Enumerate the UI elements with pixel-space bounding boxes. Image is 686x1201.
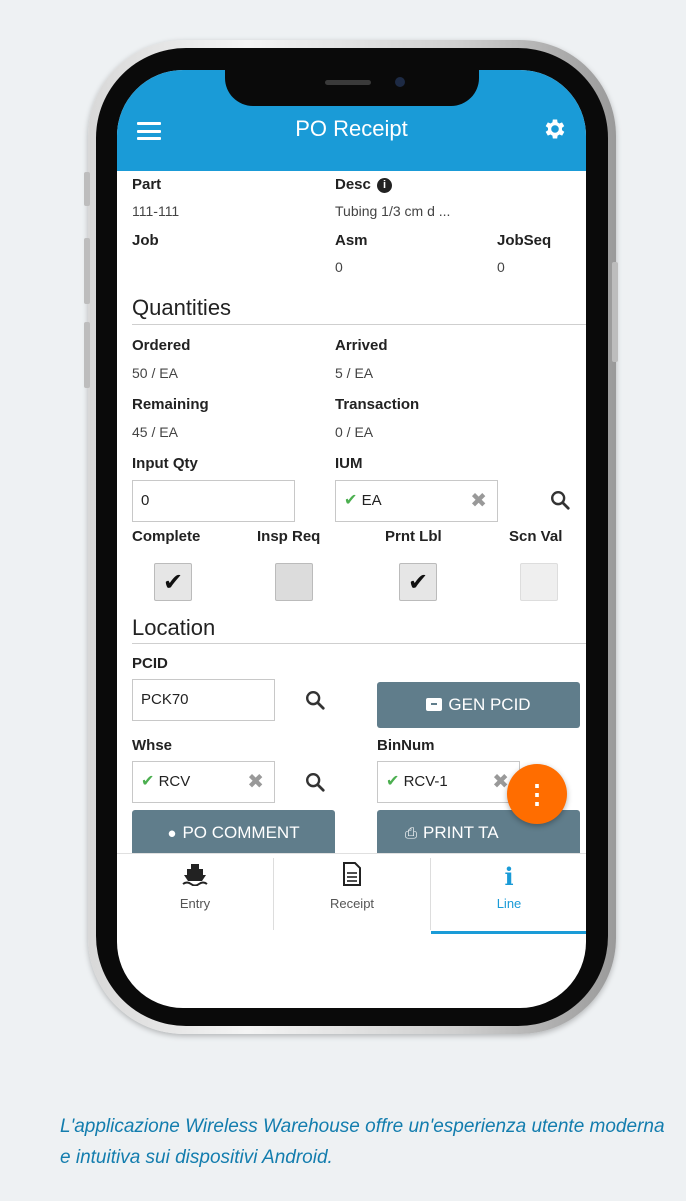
desc-label: Desc <box>335 176 371 193</box>
po-receipt-line-form: Part 111-111 Desc i Tubing 1/3 cm d ... … <box>117 171 586 861</box>
gen-pcid-label: GEN PCID <box>448 695 531 714</box>
archive-box-icon <box>426 698 443 711</box>
pcid-label: PCID <box>132 655 168 672</box>
nav-item-receipt[interactable]: Receipt <box>274 854 430 934</box>
search-icon[interactable] <box>549 489 571 511</box>
phone-side-button <box>84 322 90 388</box>
desc-label-group: Desc i <box>335 176 393 193</box>
nav-item-label: Entry <box>179 896 211 911</box>
phone-screen: PO Receipt Part 111-111 Desc i Tubing 1/… <box>117 70 586 1008</box>
insp-req-checkbox[interactable] <box>275 563 313 601</box>
input-qty-label: Input Qty <box>132 455 198 472</box>
jobseq-value: 0 <box>497 259 505 275</box>
kebab-menu-icon: ⋮ <box>524 779 550 809</box>
ordered-label: Ordered <box>132 337 191 354</box>
phone-notch <box>225 70 479 106</box>
prnt-lbl-checkbox[interactable] <box>399 563 437 601</box>
ium-value: EA <box>361 492 382 509</box>
info-icon: i <box>504 862 514 891</box>
page-title: PO Receipt <box>295 116 408 141</box>
bottom-navigation: Entry Receipt i Line <box>117 853 586 934</box>
binnum-label: BinNum <box>377 737 435 754</box>
part-label: Part <box>132 176 162 193</box>
po-comment-button[interactable]: ● PO COMMENT <box>132 810 335 856</box>
phone-side-button <box>84 238 90 304</box>
nav-item-label: Line <box>496 896 522 911</box>
po-comment-label: PO COMMENT <box>182 823 300 842</box>
checkmark-valid-icon: ✔ <box>141 773 155 790</box>
insp-req-label: Insp Req <box>257 528 321 545</box>
clear-x-icon[interactable]: ✖ <box>247 762 264 802</box>
gen-pcid-button[interactable]: GEN PCID <box>377 682 580 728</box>
gear-icon[interactable] <box>542 116 568 142</box>
more-actions-fab[interactable]: ⋮ <box>507 764 567 824</box>
pcid-field[interactable]: PCK70 <box>132 679 275 721</box>
section-divider <box>132 643 586 644</box>
printer-icon: ⎙ <box>405 825 418 842</box>
complete-checkbox[interactable] <box>154 563 192 601</box>
caption-text: L'applicazione Wireless Warehouse offre … <box>60 1116 665 1168</box>
nav-item-entry[interactable]: Entry <box>117 854 273 934</box>
print-tag-label: PRINT TA <box>423 823 499 842</box>
desc-value: Tubing 1/3 cm d ... <box>335 203 451 219</box>
nav-item-line[interactable]: i Line <box>431 854 586 934</box>
document-icon <box>274 862 430 888</box>
transaction-label: Transaction <box>335 396 420 413</box>
quantities-section-title: Quantities <box>132 295 232 320</box>
whse-field[interactable]: ✔ RCV ✖ <box>132 761 275 803</box>
checkmark-valid-icon: ✔ <box>386 773 400 790</box>
ship-icon <box>117 862 273 888</box>
remaining-label: Remaining <box>132 396 209 413</box>
binnum-field[interactable]: ✔ RCV-1 ✖ <box>377 761 520 803</box>
scn-val-label: Scn Val <box>509 528 563 545</box>
section-divider <box>132 324 586 325</box>
phone-side-button <box>612 262 618 362</box>
ordered-value: 50 / EA <box>132 365 178 381</box>
binnum-value: RCV-1 <box>403 773 448 790</box>
search-icon[interactable] <box>304 689 326 711</box>
transaction-value: 0 / EA <box>335 424 374 440</box>
ium-field[interactable]: ✔ EA ✖ <box>335 480 498 522</box>
arrived-label: Arrived <box>335 337 388 354</box>
search-icon[interactable] <box>304 771 326 793</box>
ium-label: IUM <box>335 455 363 472</box>
input-qty-field[interactable]: 0 <box>132 480 295 522</box>
job-label: Job <box>132 232 159 249</box>
remaining-value: 45 / EA <box>132 424 178 440</box>
phone-side-button <box>84 172 90 206</box>
prnt-lbl-label: Prnt Lbl <box>385 528 442 545</box>
part-value: 111-111 <box>132 203 180 219</box>
asm-value: 0 <box>335 259 343 275</box>
jobseq-label: JobSeq <box>497 232 552 249</box>
arrived-value: 5 / EA <box>335 365 374 381</box>
phone-speaker <box>325 80 371 85</box>
info-icon[interactable]: i <box>377 178 393 193</box>
comment-icon: ● <box>167 825 177 842</box>
nav-item-label: Receipt <box>329 896 375 911</box>
asm-label: Asm <box>335 232 368 249</box>
location-section-title: Location <box>132 615 216 640</box>
whse-label: Whse <box>132 737 173 754</box>
phone-camera <box>395 77 405 87</box>
whse-value: RCV <box>158 773 191 790</box>
checkmark-valid-icon: ✔ <box>344 492 358 509</box>
scn-val-checkbox[interactable] <box>520 563 558 601</box>
clear-x-icon[interactable]: ✖ <box>470 481 487 521</box>
complete-label: Complete <box>132 528 201 545</box>
